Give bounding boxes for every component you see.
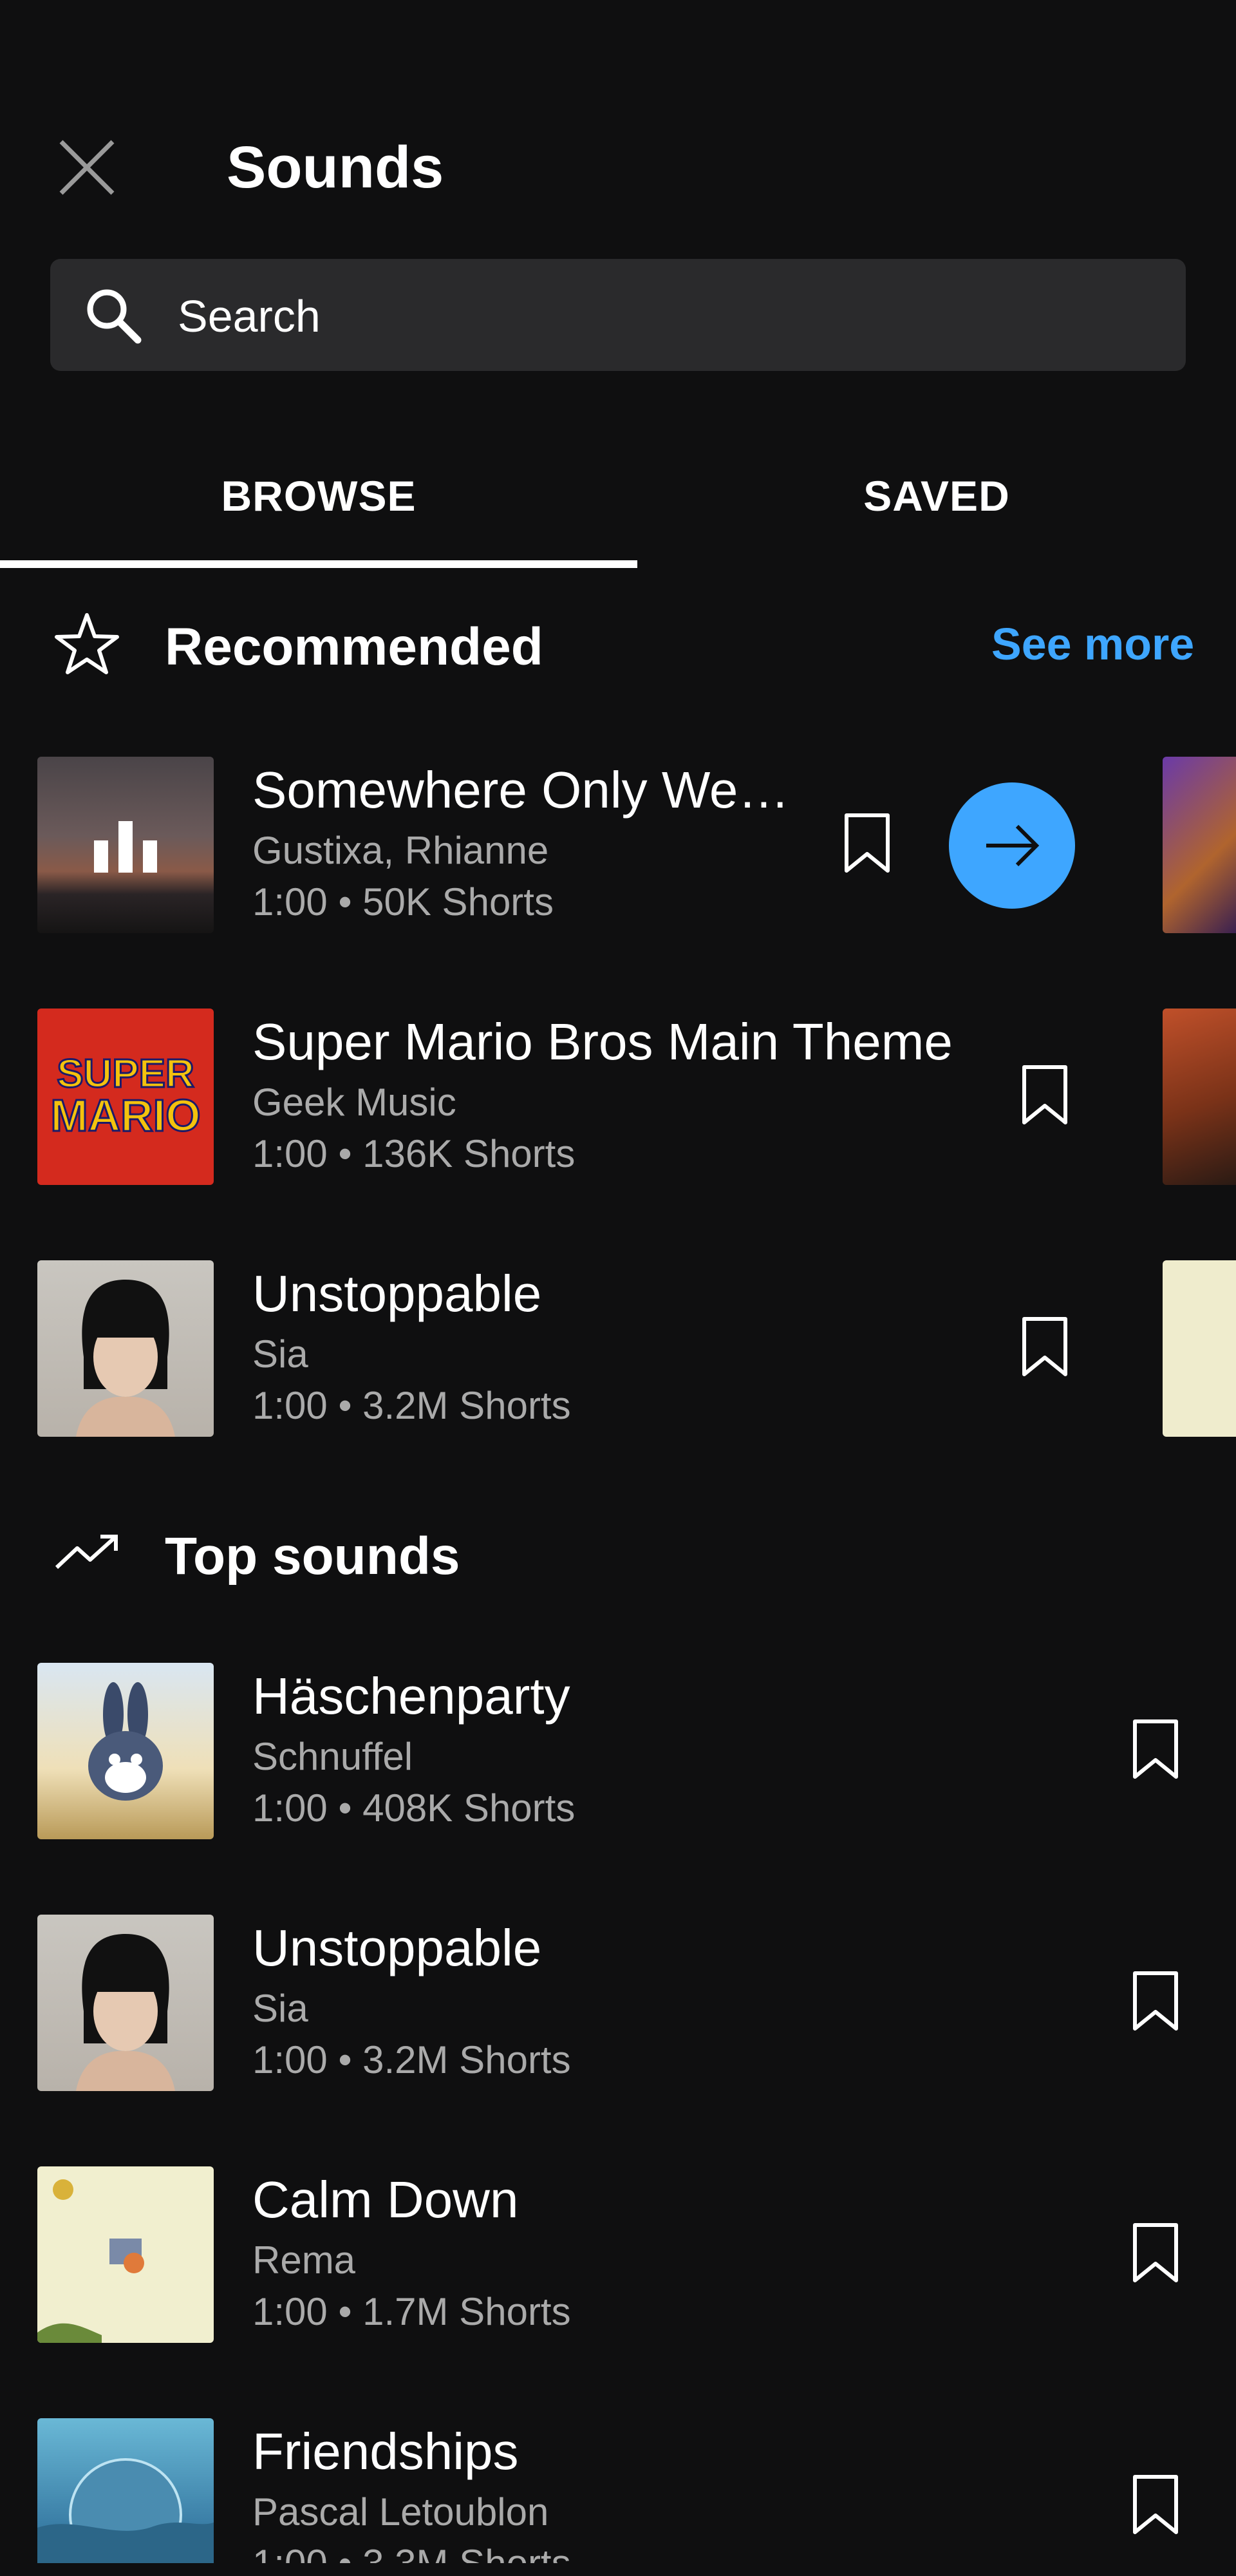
bookmark-icon	[1133, 1719, 1178, 1779]
song-title: Häschenparty	[252, 1667, 570, 1725]
list-item[interactable]: Häschenparty Schnuffel 1:00 • 408K Short…	[0, 1663, 1236, 1843]
bunny-thumb	[37, 1663, 214, 1839]
see-more-link[interactable]: See more	[991, 612, 1194, 676]
arrow-right-icon	[986, 824, 1040, 867]
song-artist: Sia	[252, 1332, 308, 1376]
bookmark-icon	[1022, 1317, 1067, 1376]
song-meta: 1:00 • 3.3M Shorts	[252, 2541, 571, 2563]
song-title: Super Mario Bros Main Theme	[252, 1013, 953, 1070]
top-sounds-title: Top sounds	[165, 1527, 460, 1586]
bookmark-icon	[845, 813, 890, 873]
song-artist: Schnuffel	[252, 1735, 413, 1778]
song-meta: 1:00 • 3.2M Shorts	[252, 1384, 571, 1427]
song-title: Unstoppable	[252, 1919, 542, 1976]
star-icon	[55, 613, 119, 674]
song-meta: 1:00 • 408K Shorts	[252, 1786, 576, 1830]
close-icon	[59, 140, 115, 195]
tab-browse[interactable]: BROWSE	[0, 444, 637, 547]
list-item[interactable]: SUPER MARIO Super Mario Bros Main Theme …	[0, 1009, 1236, 1189]
bookmark-button[interactable]	[1016, 1312, 1074, 1383]
portrait-image	[76, 1280, 175, 1437]
list-item[interactable]: Unstoppable Sia 1:00 • 3.2M Shorts	[0, 1915, 1236, 2095]
calm-thumb	[37, 2166, 214, 2343]
list-item[interactable]: Somewhere Only We K… Gustixa, Rhianne 1:…	[0, 757, 1236, 937]
song-title: Friendships	[252, 2423, 519, 2480]
bookmark-button[interactable]	[1016, 1060, 1074, 1131]
ocean-thumb	[37, 2418, 214, 2563]
portrait-thumb	[37, 1260, 214, 1437]
search-icon	[87, 289, 142, 344]
song-meta: 1:00 • 50K Shorts	[252, 880, 554, 923]
use-sound-button[interactable]	[949, 782, 1075, 909]
list-item[interactable]: Unstoppable Sia 1:00 • 3.2M Shorts	[0, 1260, 1236, 1441]
bunny-image	[88, 1682, 163, 1801]
song-artist: Gustixa, Rhianne	[252, 829, 549, 872]
bookmark-button[interactable]	[1127, 2470, 1184, 2541]
portrait-thumb	[37, 1915, 214, 2091]
song-title: Unstoppable	[252, 1265, 542, 1322]
song-title: Calm Down	[252, 2171, 519, 2228]
song-meta: 1:00 • 3.2M Shorts	[252, 2038, 571, 2081]
close-button[interactable]	[45, 126, 129, 209]
song-artist: Geek Music	[252, 1081, 456, 1124]
trending-icon	[55, 1535, 118, 1569]
recommended-title: Recommended	[165, 618, 543, 676]
equalizer-icon	[94, 821, 157, 873]
bookmark-icon	[1133, 1971, 1178, 2031]
equalizer-thumb	[37, 757, 214, 933]
active-tab-indicator	[0, 560, 637, 568]
calm-image	[37, 2179, 144, 2343]
list-item[interactable]: Friendships Pascal Letoublon 1:00 • 3.3M…	[0, 2418, 1236, 2563]
bookmark-button[interactable]	[1127, 1714, 1184, 1785]
list-item[interactable]: Calm Down Rema 1:00 • 1.7M Shorts	[0, 2166, 1236, 2347]
next-page-thumb	[1163, 757, 1236, 933]
page-title: Sounds	[227, 135, 444, 200]
ocean-image	[37, 2458, 214, 2563]
bookmark-button[interactable]	[1127, 1966, 1184, 2037]
svg-text:MARIO: MARIO	[50, 1090, 200, 1141]
super-mario-thumb: SUPER MARIO	[37, 1009, 214, 1185]
tab-saved[interactable]: SAVED	[637, 444, 1236, 547]
bookmark-icon	[1133, 2223, 1178, 2282]
song-artist: Pascal Letoublon	[252, 2490, 549, 2533]
svg-text:SUPER: SUPER	[57, 1052, 194, 1096]
song-artist: Rema	[252, 2239, 356, 2282]
bookmark-icon	[1022, 1065, 1067, 1124]
song-artist: Sia	[252, 1987, 308, 2030]
next-page-thumb	[1163, 1009, 1236, 1185]
next-page-thumb	[1163, 1260, 1236, 1437]
bookmark-button[interactable]	[1127, 2218, 1184, 2289]
portrait-image	[76, 1934, 175, 2091]
song-meta: 1:00 • 1.7M Shorts	[252, 2290, 571, 2333]
song-title: Somewhere Only We K…	[252, 761, 793, 819]
search-input[interactable]	[176, 281, 1145, 352]
search-bar[interactable]	[50, 259, 1186, 371]
bookmark-button[interactable]	[838, 808, 896, 879]
song-meta: 1:00 • 136K Shorts	[252, 1132, 576, 1175]
super-mario-logo: SUPER MARIO	[50, 1051, 201, 1142]
bookmark-icon	[1133, 2475, 1178, 2534]
